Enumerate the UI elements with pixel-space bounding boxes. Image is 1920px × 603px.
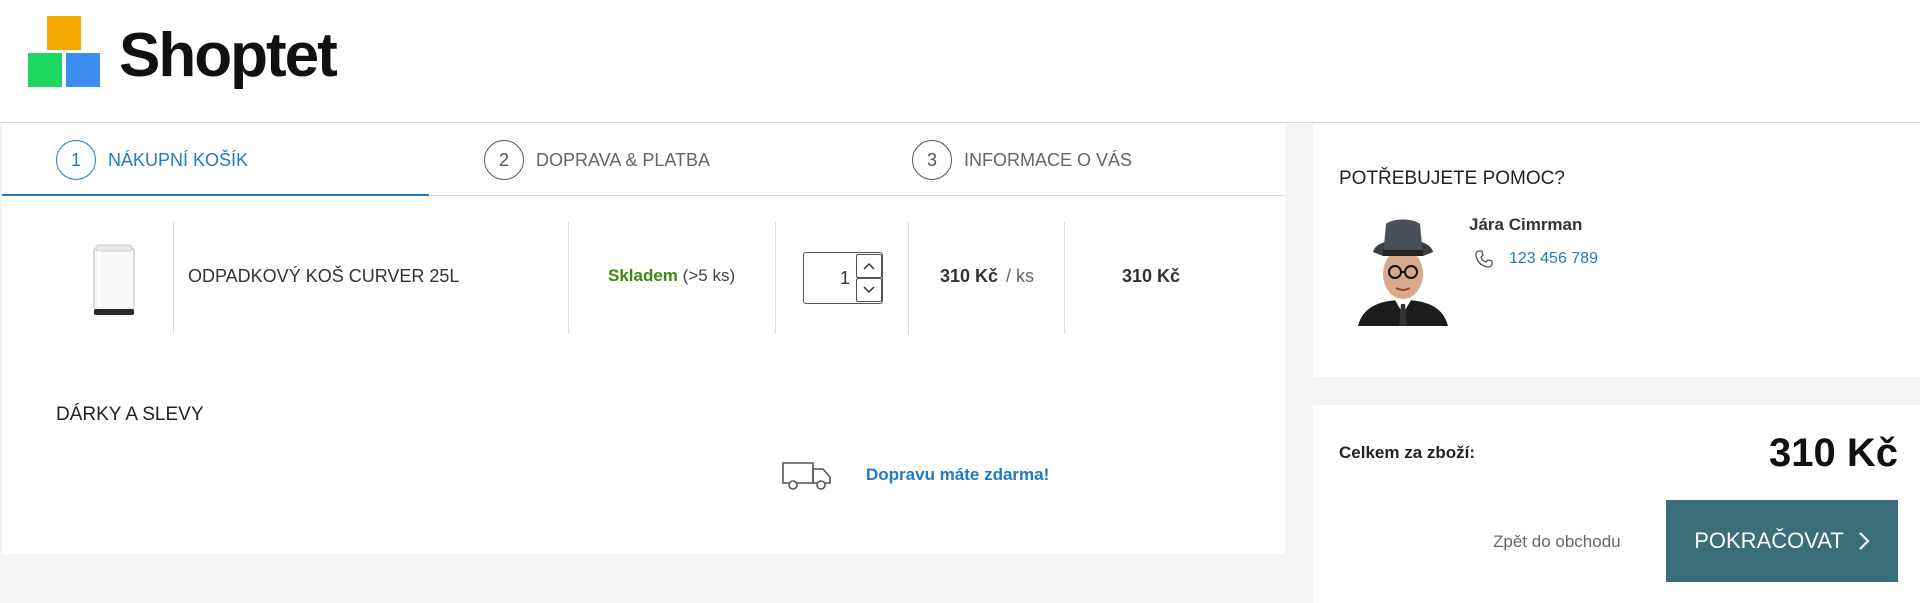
shoptet-logo[interactable]: Shoptet bbox=[28, 16, 338, 90]
contact-name: Jára Cimrman bbox=[1469, 215, 1583, 234]
phone-icon bbox=[1475, 250, 1493, 268]
logo-mark-icon bbox=[28, 16, 101, 87]
phone-number[interactable]: 123 456 789 bbox=[1509, 250, 1598, 268]
active-step-underline bbox=[2, 194, 429, 196]
step-cart[interactable]: 1 NÁKUPNÍ KOŠÍK bbox=[56, 124, 248, 196]
checkout-steps: 1 NÁKUPNÍ KOŠÍK 2 DOPRAVA & PLATBA 3 INF… bbox=[2, 124, 1285, 196]
cart-item-row: ODPADKOVÝ KOŠ CURVER 25L Skladem (>5 ks)… bbox=[2, 222, 1285, 334]
help-title: POTŘEBUJETE POMOC? bbox=[1339, 168, 1565, 189]
unit-price-value: 310 Kč bbox=[940, 266, 999, 286]
total-label: Celkem za zboží: bbox=[1339, 443, 1476, 462]
logo-text: Shoptet bbox=[119, 20, 338, 90]
product-name[interactable]: ODPADKOVÝ KOŠ CURVER 25L bbox=[188, 266, 459, 287]
continue-button[interactable]: POKRAČOVAT bbox=[1666, 500, 1898, 582]
help-panel: POTŘEBUJETE POMOC? Jára Cimrman 123 456 … bbox=[1313, 124, 1920, 377]
free-shipping-note: Dopravu máte zdarma! bbox=[781, 459, 1049, 491]
order-summary: Celkem za zboží: 310 Kč Zpět do obchodu … bbox=[1313, 405, 1920, 603]
step-label: NÁKUPNÍ KOŠÍK bbox=[108, 149, 249, 170]
chevron-up-icon bbox=[863, 262, 875, 270]
chevron-right-icon bbox=[1858, 532, 1870, 550]
step-customer-info[interactable]: 3 INFORMACE O VÁS bbox=[912, 124, 1132, 196]
unit-price: 310 Kč / ks bbox=[940, 266, 1034, 287]
total-value: 310 Kč bbox=[1769, 431, 1898, 475]
stock-status: Skladem (>5 ks) bbox=[608, 266, 735, 286]
cart-panel: 1 NÁKUPNÍ KOŠÍK 2 DOPRAVA & PLATBA 3 INF… bbox=[2, 124, 1285, 554]
contact-phone[interactable]: 123 456 789 bbox=[1475, 250, 1598, 268]
contact-avatar bbox=[1353, 214, 1453, 326]
stock-label: Skladem bbox=[608, 266, 678, 285]
continue-label: POKRAČOVAT bbox=[1694, 528, 1844, 553]
site-header: Shoptet bbox=[0, 0, 1920, 123]
quantity-input[interactable]: 1 bbox=[804, 253, 856, 303]
line-total: 310 Kč bbox=[1122, 266, 1181, 286]
truck-icon bbox=[782, 462, 831, 490]
quantity-decrease-button[interactable] bbox=[856, 278, 882, 302]
step-label: INFORMACE O VÁS bbox=[964, 149, 1133, 170]
step-number: 1 bbox=[56, 140, 96, 180]
back-to-shop-link[interactable]: Zpět do obchodu bbox=[1493, 532, 1621, 552]
step-number: 2 bbox=[484, 140, 524, 180]
stock-count: (>5 ks) bbox=[682, 266, 736, 285]
quantity-stepper: 1 bbox=[803, 252, 883, 304]
step-shipping-payment[interactable]: 2 DOPRAVA & PLATBA bbox=[484, 124, 710, 196]
step-label: DOPRAVA & PLATBA bbox=[536, 149, 711, 170]
free-shipping-text: Dopravu máte zdarma! bbox=[866, 465, 1050, 484]
step-number: 3 bbox=[912, 140, 952, 180]
unit-suffix: / ks bbox=[1006, 266, 1035, 286]
gifts-discounts-title: DÁRKY A SLEVY bbox=[56, 404, 204, 425]
quantity-increase-button[interactable] bbox=[856, 254, 882, 278]
product-image[interactable] bbox=[88, 239, 140, 319]
chevron-down-icon bbox=[863, 286, 875, 294]
